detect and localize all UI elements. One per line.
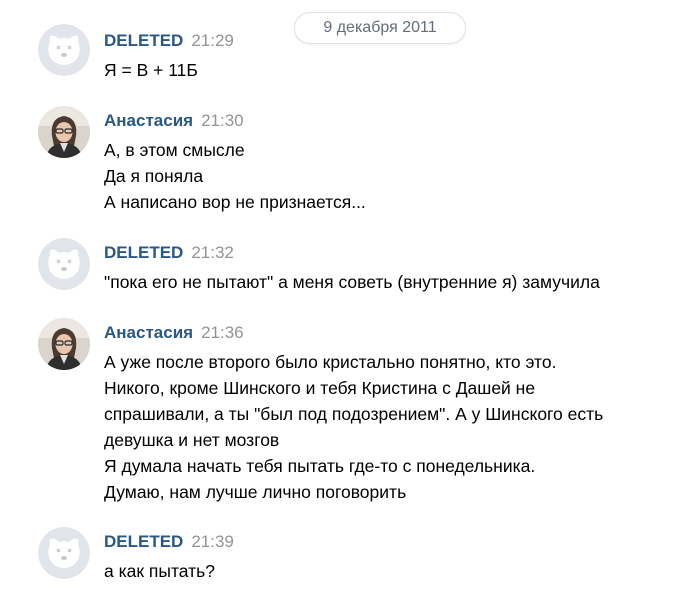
message-author[interactable]: DELETED 21:29 <box>104 31 234 51</box>
message-body: Я = В + 11Б <box>104 57 684 83</box>
user-photo-icon <box>38 318 90 370</box>
user-avatar[interactable] <box>38 106 90 158</box>
deleted-dog-icon <box>38 238 90 290</box>
message-body: "пока его не пытают" а меня советь (внут… <box>104 269 684 295</box>
deleted-user-avatar[interactable] <box>38 238 90 290</box>
deleted-dog-icon <box>38 24 90 76</box>
author-name[interactable]: DELETED <box>104 532 183 551</box>
message-text: а как пытать? <box>104 561 215 581</box>
author-name[interactable]: DELETED <box>104 243 183 262</box>
deleted-dog-icon <box>38 527 90 579</box>
message-body: А, в этом смысле Да я поняла А написано … <box>104 137 684 215</box>
message-text: Никого, кроме Шинского и тебя Кристина с… <box>104 378 536 398</box>
author-name[interactable]: Анастасия <box>104 111 193 130</box>
message-text: Я = В + 11Б <box>104 60 198 80</box>
deleted-user-avatar[interactable] <box>38 24 90 76</box>
message-text: Да я поняла <box>104 166 204 186</box>
author-name[interactable]: DELETED <box>104 31 183 50</box>
message-author[interactable]: DELETED 21:32 <box>104 243 234 263</box>
message-text: А уже после второго было кристально поня… <box>104 352 557 372</box>
message-time[interactable]: 21:39 <box>191 532 234 551</box>
date-separator: 9 декабря 2011 <box>294 12 466 44</box>
deleted-user-avatar[interactable] <box>38 527 90 579</box>
message-text: девушка и нет мозгов <box>104 430 280 450</box>
message-text: спрашивали, а ты "был под подозрением". … <box>104 404 604 424</box>
user-photo-icon <box>38 106 90 158</box>
author-name[interactable]: Анастасия <box>104 323 193 342</box>
message-author[interactable]: DELETED 21:39 <box>104 532 234 552</box>
message-time[interactable]: 21:30 <box>201 111 244 130</box>
message-body: А уже после второго было кристально поня… <box>104 349 684 505</box>
user-avatar[interactable] <box>38 318 90 370</box>
message-text: Я думала начать тебя пытать где-то с пон… <box>104 456 536 476</box>
message-text: "пока его не пытают" а меня советь (внут… <box>104 272 600 292</box>
message-text: А написано вор не признается... <box>104 192 366 212</box>
message-text: Думаю, нам лучше лично поговорить <box>104 482 407 502</box>
message-author[interactable]: Анастасия 21:30 <box>104 111 244 131</box>
message-time[interactable]: 21:36 <box>201 323 244 342</box>
message-body: а как пытать? <box>104 558 684 584</box>
message-text: А, в этом смысле <box>104 140 245 160</box>
message-time[interactable]: 21:29 <box>191 31 234 50</box>
message-time[interactable]: 21:32 <box>191 243 234 262</box>
message-author[interactable]: Анастасия 21:36 <box>104 323 244 343</box>
